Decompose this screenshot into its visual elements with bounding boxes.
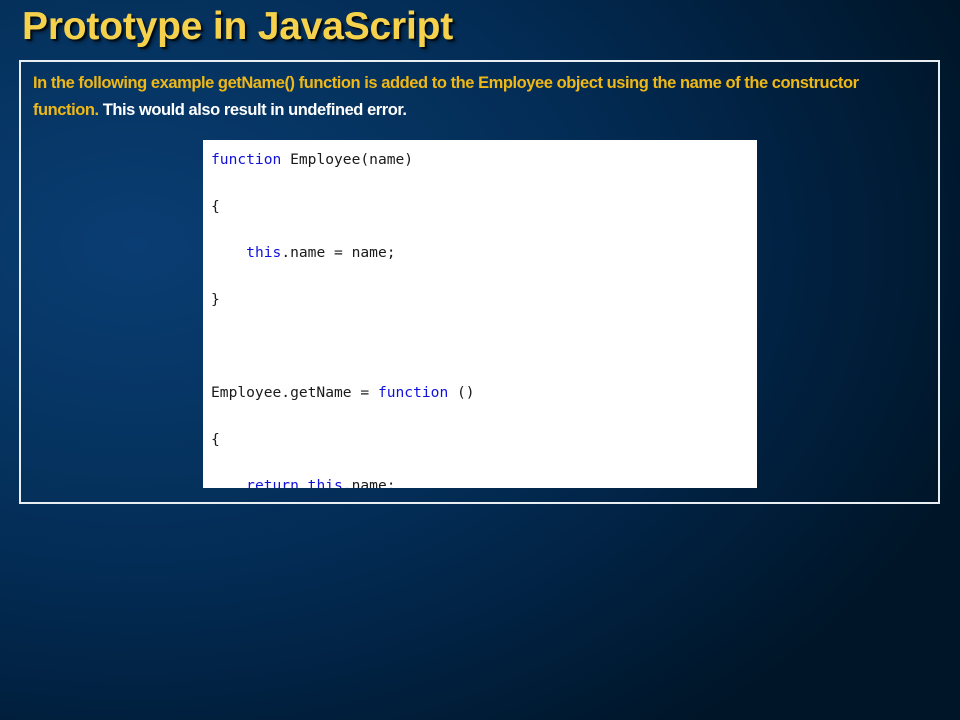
code-token: } bbox=[211, 290, 220, 308]
code-panel: function Employee(name) { this.name = na… bbox=[203, 140, 757, 488]
slide-canvas: Prototype in JavaScript In the following… bbox=[0, 0, 960, 720]
code-block: function Employee(name) { this.name = na… bbox=[211, 148, 757, 488]
page-title: Prototype in JavaScript bbox=[22, 5, 454, 48]
code-line: } bbox=[211, 288, 757, 311]
code-line: return this.name; bbox=[211, 474, 757, 488]
title-bar: Prototype in JavaScript bbox=[22, 4, 922, 56]
code-token: Employee(name) bbox=[281, 151, 414, 168]
code-line: this.name = name; bbox=[211, 241, 757, 264]
code-line: { bbox=[211, 428, 757, 451]
code-line: function Employee(name) bbox=[211, 148, 757, 171]
code-token: .name; bbox=[342, 477, 396, 488]
code-token: { bbox=[211, 197, 220, 215]
code-token: Employee.getName = bbox=[211, 383, 378, 401]
code-token: this bbox=[246, 244, 282, 262]
code-line: Employee.getName = function () bbox=[211, 381, 757, 404]
description-paragraph: In the following example getName() funct… bbox=[33, 70, 928, 124]
code-token: return bbox=[246, 477, 299, 488]
code-token: function bbox=[377, 383, 449, 401]
code-token: () bbox=[448, 383, 475, 401]
code-token: { bbox=[211, 430, 220, 448]
code-line: { bbox=[211, 195, 757, 218]
code-token: this bbox=[307, 477, 343, 488]
description-plain-sentence: This would also result in undefined erro… bbox=[102, 101, 407, 119]
content-frame: In the following example getName() funct… bbox=[19, 60, 940, 504]
code-token: function bbox=[211, 151, 282, 168]
code-token: .name = name; bbox=[281, 244, 396, 262]
